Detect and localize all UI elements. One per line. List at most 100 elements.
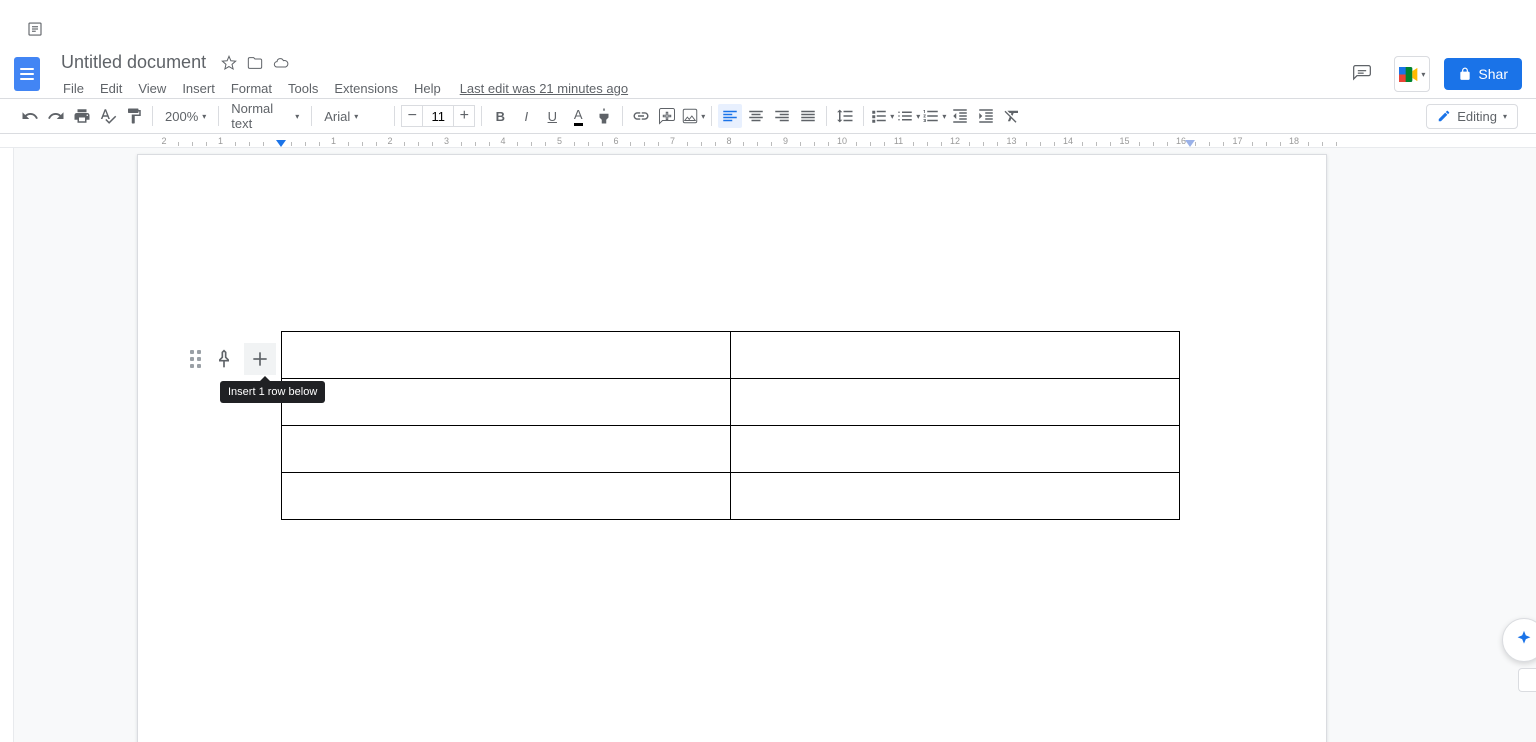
table-cell[interactable] [731, 379, 1180, 426]
add-comment-button[interactable] [655, 104, 679, 128]
align-justify-button[interactable] [796, 104, 820, 128]
docs-home-icon[interactable] [14, 57, 40, 91]
menu-help[interactable]: Help [407, 78, 448, 99]
link-button[interactable] [629, 104, 653, 128]
font-size-decrease[interactable]: − [401, 105, 423, 127]
document-title[interactable]: Untitled document [56, 49, 211, 76]
ruler-number: 17 [1232, 136, 1242, 146]
bold-button[interactable]: B [488, 104, 512, 128]
text-color-button[interactable]: A [566, 104, 590, 128]
toolbar: 200%▾ Normal text▾ Arial▾ − 11 + B I U A… [0, 98, 1536, 134]
table-cell[interactable] [282, 426, 731, 473]
menu-edit[interactable]: Edit [93, 78, 129, 99]
table-cell[interactable] [282, 473, 731, 520]
pin-row-button[interactable] [210, 345, 238, 373]
clear-formatting-button[interactable] [1000, 104, 1024, 128]
add-row-button[interactable]: Insert 1 row below [244, 343, 276, 375]
star-icon[interactable] [221, 55, 237, 71]
insert-row-tooltip: Insert 1 row below [220, 381, 325, 403]
ruler-number: 18 [1289, 136, 1299, 146]
menu-format[interactable]: Format [224, 78, 279, 99]
comments-button[interactable] [1344, 56, 1380, 92]
checklist-button[interactable]: ▾ [870, 104, 894, 128]
table-row[interactable] [282, 379, 1180, 426]
menu-insert[interactable]: Insert [175, 78, 222, 99]
document-page[interactable]: Insert 1 row below [137, 154, 1327, 742]
share-label: Shar [1478, 66, 1508, 82]
print-button[interactable] [70, 104, 94, 128]
table-row[interactable] [282, 426, 1180, 473]
ruler-number: 2 [161, 136, 166, 146]
ruler-number: 8 [726, 136, 731, 146]
ruler-number: 3 [444, 136, 449, 146]
drag-handle-icon[interactable] [186, 347, 204, 371]
table-cell[interactable] [282, 332, 731, 379]
align-right-button[interactable] [770, 104, 794, 128]
indent-marker[interactable] [276, 140, 286, 147]
ruler-number: 12 [950, 136, 960, 146]
ruler-number: 1 [331, 136, 336, 146]
ruler-number: 6 [613, 136, 618, 146]
italic-button[interactable]: I [514, 104, 538, 128]
bulleted-list-button[interactable]: ▾ [896, 104, 920, 128]
line-spacing-button[interactable] [833, 104, 857, 128]
font-size-control: − 11 + [401, 105, 475, 127]
align-left-button[interactable] [718, 104, 742, 128]
redo-button[interactable] [44, 104, 68, 128]
table-cell[interactable] [731, 332, 1180, 379]
insert-image-button[interactable]: ▾ [681, 104, 705, 128]
table-cell[interactable] [731, 426, 1180, 473]
editing-mode-label: Editing [1457, 109, 1497, 124]
editing-mode-button[interactable]: Editing ▾ [1426, 104, 1518, 129]
table-row-controls: Insert 1 row below [186, 343, 276, 375]
ruler-number: 1 [218, 136, 223, 146]
vertical-ruler[interactable] [0, 148, 14, 742]
ruler-number: 4 [500, 136, 505, 146]
menu-view[interactable]: View [131, 78, 173, 99]
right-margin-marker[interactable] [1185, 140, 1195, 147]
meet-button[interactable]: ▾ [1394, 56, 1430, 92]
share-button[interactable]: Shar [1444, 58, 1522, 90]
menu-file[interactable]: File [56, 78, 91, 99]
horizontal-ruler[interactable]: 21123456789101112131415161718 [0, 134, 1536, 148]
cloud-status-icon[interactable] [273, 55, 289, 71]
menu-extensions[interactable]: Extensions [327, 78, 405, 99]
underline-button[interactable]: U [540, 104, 564, 128]
font-size-value[interactable]: 11 [423, 105, 453, 127]
font-select[interactable]: Arial▾ [318, 104, 388, 128]
ruler-number: 5 [557, 136, 562, 146]
align-center-button[interactable] [744, 104, 768, 128]
ruler-number: 13 [1006, 136, 1016, 146]
document-table[interactable] [281, 331, 1180, 520]
decrease-indent-button[interactable] [948, 104, 972, 128]
table-cell[interactable] [282, 379, 731, 426]
ruler-number: 7 [670, 136, 675, 146]
move-icon[interactable] [247, 55, 263, 71]
last-edit-link[interactable]: Last edit was 21 minutes ago [450, 78, 638, 99]
increase-indent-button[interactable] [974, 104, 998, 128]
style-select[interactable]: Normal text▾ [225, 104, 305, 128]
spellcheck-button[interactable] [96, 104, 120, 128]
numbered-list-button[interactable]: ▾ [922, 104, 946, 128]
zoom-select[interactable]: 200%▾ [159, 104, 212, 128]
table-cell[interactable] [731, 473, 1180, 520]
ruler-number: 9 [783, 136, 788, 146]
header: Untitled document File Edit View Insert … [0, 50, 1536, 98]
ruler-number: 14 [1063, 136, 1073, 146]
ruler-number: 16 [1176, 136, 1186, 146]
outline-toggle-icon[interactable] [24, 18, 46, 40]
ruler-number: 15 [1119, 136, 1129, 146]
side-panel-toggle[interactable] [1518, 668, 1536, 692]
paint-format-button[interactable] [122, 104, 146, 128]
canvas[interactable]: Insert 1 row below [14, 148, 1536, 742]
ruler-number: 2 [387, 136, 392, 146]
ruler-number: 11 [894, 136, 903, 146]
table-row[interactable] [282, 473, 1180, 520]
undo-button[interactable] [18, 104, 42, 128]
menubar: File Edit View Insert Format Tools Exten… [56, 78, 1344, 99]
menu-tools[interactable]: Tools [281, 78, 325, 99]
font-size-increase[interactable]: + [453, 105, 475, 127]
table-row[interactable] [282, 332, 1180, 379]
highlight-button[interactable] [592, 104, 616, 128]
ruler-number: 10 [837, 136, 847, 146]
